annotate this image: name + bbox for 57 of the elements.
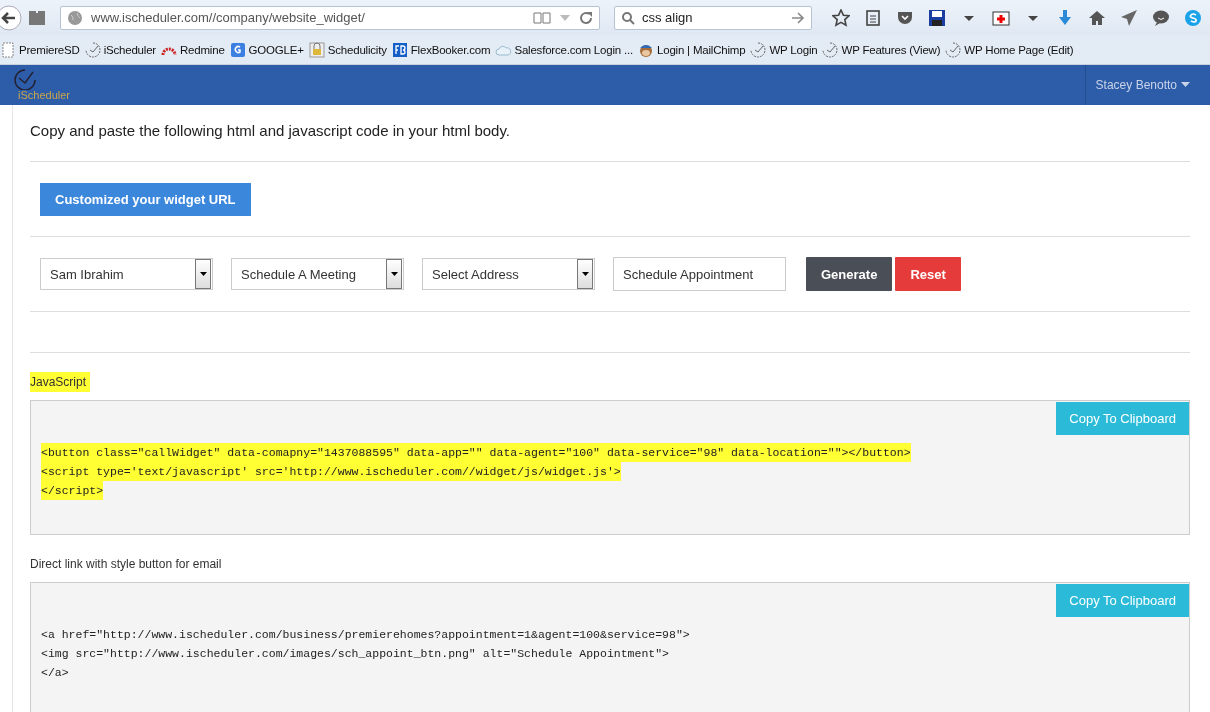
bookmark-link[interactable]: FlexBooker.com: [391, 41, 491, 58]
dropdown[interactable]: Sam Ibrahim: [40, 258, 213, 290]
paper-plane-icon[interactable]: [1120, 8, 1138, 27]
clock-icon: [750, 41, 767, 58]
bookmark-link[interactable]: Schedulicity: [308, 41, 387, 58]
clipboard-icon[interactable]: [864, 8, 882, 27]
bookmark-link[interactable]: WP Home Page (Edit): [945, 41, 1074, 58]
caret-icon: [199, 272, 207, 276]
download-icon[interactable]: [1056, 8, 1074, 27]
page-icon: [0, 41, 16, 58]
bookmark-link[interactable]: Salesforce.com Login ...: [495, 41, 633, 58]
caret-icon: [581, 272, 589, 276]
fb-letters-icon: [391, 41, 408, 58]
star-icon[interactable]: [832, 8, 850, 27]
clock-icon: [84, 41, 101, 58]
caret-icon: [390, 272, 398, 276]
code-line: </a>: [41, 665, 69, 681]
globe-icon: [67, 9, 83, 26]
search-icon: [621, 10, 635, 25]
reset-button[interactable]: Reset: [895, 257, 961, 291]
widget-url-button[interactable]: Customized your widget URL: [40, 183, 251, 216]
clock-icon: [822, 41, 839, 58]
chat-bubble-icon[interactable]: [1152, 8, 1170, 27]
google-plus-icon: [229, 41, 246, 58]
section-label: Direct link with style button for email: [30, 557, 222, 571]
bookmark-link[interactable]: PremiereSD: [0, 41, 80, 58]
clock-icon: [945, 41, 962, 58]
dropdown[interactable]: Schedule A Meeting: [231, 258, 404, 290]
code-line: <a href="http://www.ischeduler.com/business/premierehomes?appointment=1&agent=100&service=98">: [41, 627, 690, 643]
search-field[interactable]: css align: [614, 5, 812, 30]
bookmark-link[interactable]: Login | MailChimp: [638, 41, 746, 58]
url-text: www.ischeduler.com//company/website_widget/: [91, 10, 365, 25]
search-text: css align: [642, 10, 693, 25]
caret-icon: [1181, 82, 1190, 88]
section-label: JavaScript: [30, 372, 91, 392]
bookmark-link[interactable]: WP Login: [750, 41, 818, 58]
user-menu[interactable]: Stacey Benotto: [1084, 65, 1210, 105]
padlock-icon: [308, 41, 325, 58]
bookmark-link[interactable]: Redmine: [161, 41, 225, 58]
logo-text: iScheduler: [18, 89, 70, 101]
instruction-text: Copy and paste the following html and javascript code in your html body.: [30, 121, 511, 141]
dropdown[interactable]: Select Address: [422, 258, 595, 290]
code-line: <img src="http://www.ischeduler.com/images/sch_appoint_btn.png" alt="Schedule Appointment">: [41, 646, 669, 662]
generate-button[interactable]: Generate: [806, 257, 893, 291]
grid-icon[interactable]: [28, 9, 46, 26]
medical-kit-icon[interactable]: [992, 8, 1010, 27]
address-bar[interactable]: www.ischeduler.com//company/website_widget/: [60, 5, 600, 30]
bookmark-link[interactable]: WP Features (View): [822, 41, 941, 58]
bookmark-link[interactable]: GOOGLE+: [229, 41, 304, 58]
arrow-icon[interactable]: [791, 11, 805, 24]
home-icon[interactable]: [1088, 8, 1106, 27]
back-icon[interactable]: [0, 4, 22, 31]
reader-icon[interactable]: [533, 10, 551, 25]
reload-icon[interactable]: [579, 10, 593, 25]
bookmark-link[interactable]: iScheduler: [84, 41, 156, 58]
skype-icon[interactable]: [1184, 8, 1202, 27]
text-field[interactable]: Schedule Appointment: [613, 257, 786, 291]
